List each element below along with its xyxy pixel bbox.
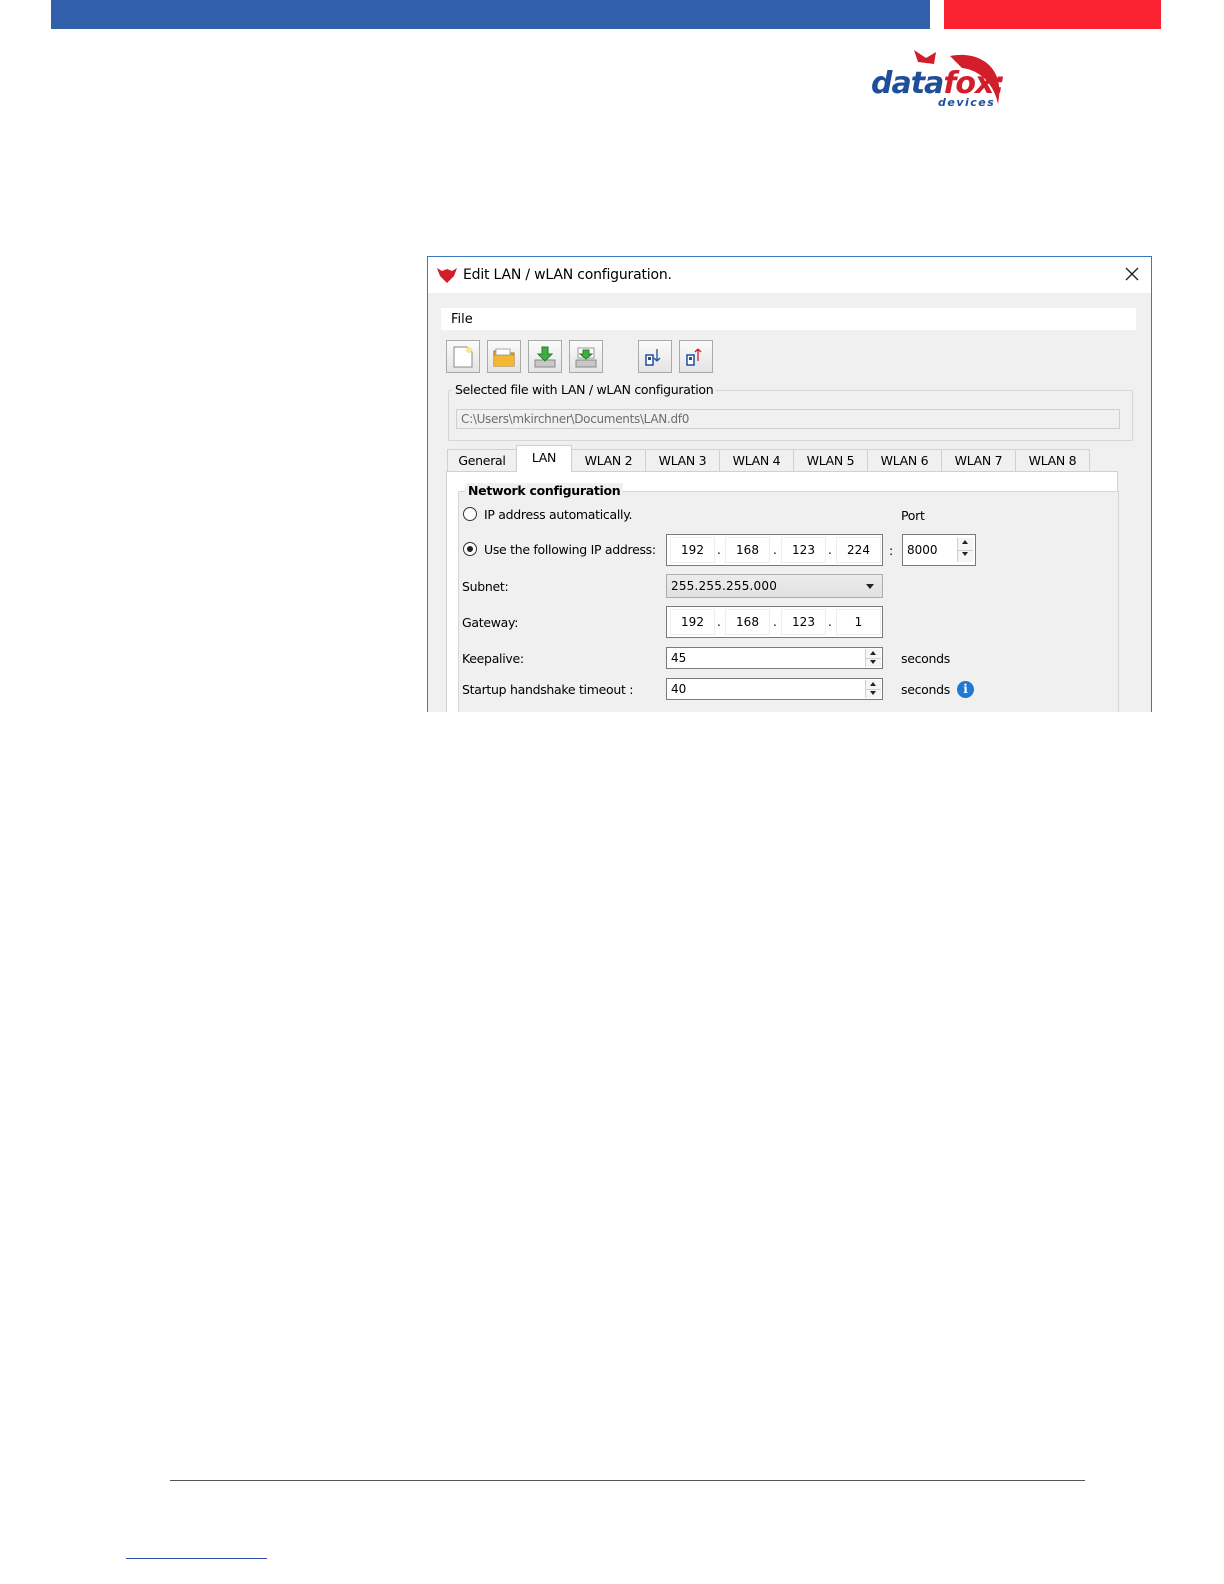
startup-spin-arrows [865, 680, 881, 698]
menu-file[interactable]: File [451, 312, 473, 327]
startup-spin-down[interactable] [866, 689, 881, 698]
network-config-legend: Network configuration [465, 483, 624, 498]
startup-timeout-value[interactable]: 40 [671, 682, 686, 696]
read-from-device-icon [645, 349, 661, 366]
keepalive-unit: seconds [901, 651, 950, 666]
tab-wlan-5[interactable]: WLAN 5 [793, 449, 868, 471]
new-file-button[interactable] [446, 340, 480, 373]
gateway-field: 192 . 168 . 123 . 1 [666, 606, 883, 638]
subnet-label: Subnet: [462, 579, 509, 594]
save-as-button[interactable] [569, 340, 603, 373]
manual-ip-radio[interactable] [463, 542, 477, 556]
ip-octet-3[interactable]: 123 [781, 537, 826, 563]
subnet-dropdown[interactable]: 255.255.255.000 [666, 574, 883, 598]
ip-dot: . [717, 615, 721, 629]
ip-dot: . [773, 543, 777, 557]
keepalive-spinbox[interactable]: 45 [666, 647, 883, 669]
keepalive-label: Keepalive: [462, 651, 524, 666]
ip-dot: . [828, 615, 832, 629]
tab-wlan-7[interactable]: WLAN 7 [941, 449, 1016, 471]
header-bar-blue [51, 0, 930, 29]
subnet-value: 255.255.255.000 [671, 579, 778, 593]
port-label: Port [901, 508, 925, 523]
dialog-titlebar[interactable]: Edit LAN / wLAN configuration. [428, 257, 1151, 293]
logo-word-data: data [871, 66, 944, 101]
file-path-field[interactable]: C:\Users\mkirchner\Documents\LAN.df0 [456, 409, 1120, 429]
read-from-device-button[interactable] [638, 340, 672, 373]
save-download-icon [534, 346, 556, 368]
port-spinbox[interactable]: 8000 [902, 534, 976, 566]
auto-ip-label[interactable]: IP address automatically. [484, 507, 633, 522]
header-bar-red [944, 0, 1161, 29]
port-separator: : [889, 543, 893, 558]
manual-ip-label[interactable]: Use the following IP address: [484, 542, 656, 557]
port-spin-arrows [957, 538, 973, 562]
write-to-device-icon [686, 348, 702, 366]
ip-dot: . [717, 543, 721, 557]
tab-general[interactable]: General [447, 449, 517, 471]
dialog-title: Edit LAN / wLAN configuration. [463, 267, 672, 283]
ip-octet-2[interactable]: 168 [725, 537, 770, 563]
ip-dot: . [773, 615, 777, 629]
startup-timeout-unit: seconds [901, 682, 950, 697]
keepalive-spin-down[interactable] [866, 658, 881, 667]
datafox-logo: datafox: devices [868, 48, 1008, 112]
info-icon[interactable]: i [957, 681, 974, 698]
ip-dot: . [828, 543, 832, 557]
save-button[interactable] [528, 340, 562, 373]
save-as-icon [575, 347, 597, 368]
tab-wlan-6[interactable]: WLAN 6 [867, 449, 942, 471]
lan-config-dialog: Edit LAN / wLAN configuration. File Sele… [427, 256, 1152, 712]
gateway-octet-2[interactable]: 168 [725, 609, 770, 635]
ip-octet-1[interactable]: 192 [670, 537, 715, 563]
file-group-legend: Selected file with LAN / wLAN configurat… [452, 382, 717, 397]
footer-link-underline [126, 1558, 267, 1559]
startup-timeout-label: Startup handshake timeout : [462, 682, 634, 697]
new-file-icon [453, 346, 473, 368]
tab-wlan-3[interactable]: WLAN 3 [645, 449, 720, 471]
tab-wlan-4[interactable]: WLAN 4 [719, 449, 794, 471]
tab-wlan-8[interactable]: WLAN 8 [1015, 449, 1090, 471]
startup-timeout-spinbox[interactable]: 40 [666, 678, 883, 700]
fox-app-icon [437, 268, 457, 283]
tab-lan[interactable]: LAN [516, 445, 572, 472]
ip-octet-4[interactable]: 224 [836, 537, 881, 563]
open-folder-icon [493, 348, 515, 367]
chevron-down-icon [866, 584, 874, 589]
tab-wlan-2[interactable]: WLAN 2 [571, 449, 646, 471]
close-icon[interactable] [1123, 265, 1141, 283]
port-spin-down[interactable] [958, 550, 973, 562]
ip-address-field: 192 . 168 . 123 . 224 [666, 534, 883, 566]
keepalive-value[interactable]: 45 [671, 651, 686, 665]
footer-divider [170, 1480, 1085, 1481]
write-to-device-button[interactable] [679, 340, 713, 373]
logo-subtitle: devices [938, 96, 996, 109]
gateway-label: Gateway: [462, 615, 519, 630]
port-value[interactable]: 8000 [907, 543, 938, 557]
auto-ip-radio[interactable] [463, 507, 477, 521]
open-file-button[interactable] [487, 340, 521, 373]
keepalive-spin-arrows [865, 649, 881, 667]
gateway-octet-1[interactable]: 192 [670, 609, 715, 635]
menu-bar: File [441, 308, 1136, 330]
gateway-octet-3[interactable]: 123 [781, 609, 826, 635]
gateway-octet-4[interactable]: 1 [836, 609, 881, 635]
